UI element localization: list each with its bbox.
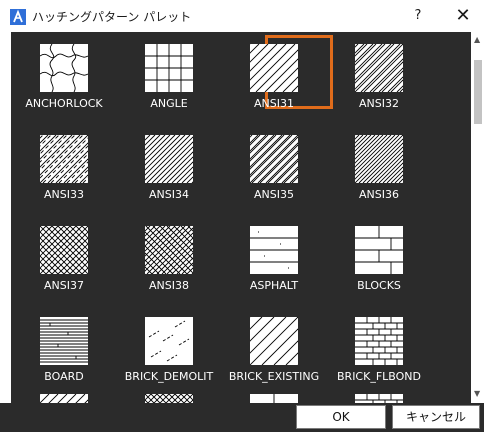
pattern-label: ANSI37 — [44, 279, 84, 292]
pattern-tile-asphalt[interactable]: ASPHALT — [226, 220, 322, 310]
pattern-swatch-demolit — [145, 317, 193, 365]
pattern-tile-ansi38[interactable]: ANSI38 — [121, 220, 217, 310]
scroll-down-icon[interactable]: ▼ — [474, 390, 482, 398]
pattern-grid: ANCHORLOCK ANGLE ANSI31 ANSI32 ANSI33 ANSI34 A… — [11, 32, 482, 403]
ok-button[interactable]: OK — [296, 405, 386, 429]
pattern-tile-angle[interactable]: ANGLE — [121, 38, 217, 128]
pattern-swatch-ansi33 — [40, 135, 88, 183]
pattern-swatch-angle — [145, 44, 193, 92]
pattern-label: ASPHALT — [249, 279, 299, 292]
pattern-label: ANSI33 — [44, 188, 84, 201]
pattern-tile-brick_demolit[interactable]: BRICK_DEMOLIT — [121, 311, 217, 401]
pattern-tile-brick_existing[interactable]: BRICK_EXISTING — [226, 311, 322, 401]
pattern-swatch-blocks — [355, 226, 403, 274]
pattern-label: ANSI35 — [254, 188, 294, 201]
pattern-label: BRICK_FLBOND — [337, 370, 421, 383]
scroll-up-icon[interactable]: ▲ — [474, 36, 482, 44]
pattern-swatch-ansi38 — [145, 226, 193, 274]
cancel-button[interactable]: キャンセル — [392, 405, 480, 429]
help-button[interactable]: ? — [408, 6, 428, 26]
pattern-tile-ansi37[interactable]: ANSI37 — [16, 220, 112, 310]
pattern-label: ANSI38 — [149, 279, 189, 292]
pattern-swatch-partial — [40, 394, 88, 403]
pattern-swatch-ansi34 — [145, 135, 193, 183]
pattern-tile-ansi35[interactable]: ANSI35 — [226, 129, 322, 219]
pattern-swatch-partial — [145, 394, 193, 403]
pattern-swatch-partial — [250, 394, 298, 403]
pattern-tile-ansi33[interactable]: ANSI33 — [16, 129, 112, 219]
pattern-tile-brick_flbond[interactable]: BRICK_FLBOND — [331, 311, 427, 401]
pattern-tile-anchorlock[interactable]: ANCHORLOCK — [16, 38, 112, 128]
pattern-swatch-ansi37 — [40, 226, 88, 274]
pattern-label: ANGLE — [150, 97, 188, 110]
pattern-label: BRICK_EXISTING — [228, 370, 320, 383]
pattern-label: ANSI36 — [359, 188, 399, 201]
pattern-swatch-ansi31 — [250, 44, 298, 92]
pattern-label: BOARD — [44, 370, 84, 383]
pattern-swatch-flbond — [355, 317, 403, 365]
pattern-swatch-existing — [250, 317, 298, 365]
pattern-tile-blocks[interactable]: BLOCKS — [331, 220, 427, 310]
pattern-tile-ansi32[interactable]: ANSI32 — [331, 38, 427, 128]
vertical-scrollbar[interactable]: ▲ ▼ — [471, 32, 484, 403]
pattern-tile-ansi34[interactable]: ANSI34 — [121, 129, 217, 219]
pattern-label: BLOCKS — [357, 279, 401, 292]
window-title: ハッチングパターン パレット — [32, 10, 192, 24]
pattern-swatch-asphalt — [250, 226, 298, 274]
pattern-label: ANCHORLOCK — [25, 97, 103, 110]
pattern-swatch-partial — [355, 394, 403, 403]
pattern-tile-board[interactable]: BOARD — [16, 311, 112, 401]
pattern-label: ANSI32 — [359, 97, 399, 110]
pattern-tile-ansi36[interactable]: ANSI36 — [331, 129, 427, 219]
pattern-label: ANSI31 — [254, 97, 294, 110]
pattern-label: BRICK_DEMOLIT — [124, 370, 214, 383]
scroll-thumb[interactable] — [474, 60, 482, 124]
pattern-swatch-ansi36 — [355, 135, 403, 183]
close-button[interactable]: ✕ — [450, 4, 476, 28]
pattern-tile-ansi31[interactable]: ANSI31 — [226, 38, 322, 128]
app-logo-icon — [10, 9, 26, 25]
title-bar: ハッチングパターン パレット ? ✕ — [0, 0, 484, 32]
pattern-swatch-anchorlock — [40, 44, 88, 92]
pattern-swatch-ansi35 — [250, 135, 298, 183]
pattern-label: ANSI34 — [149, 188, 189, 201]
pattern-swatch-board — [40, 317, 88, 365]
pattern-swatch-ansi32 — [355, 44, 403, 92]
